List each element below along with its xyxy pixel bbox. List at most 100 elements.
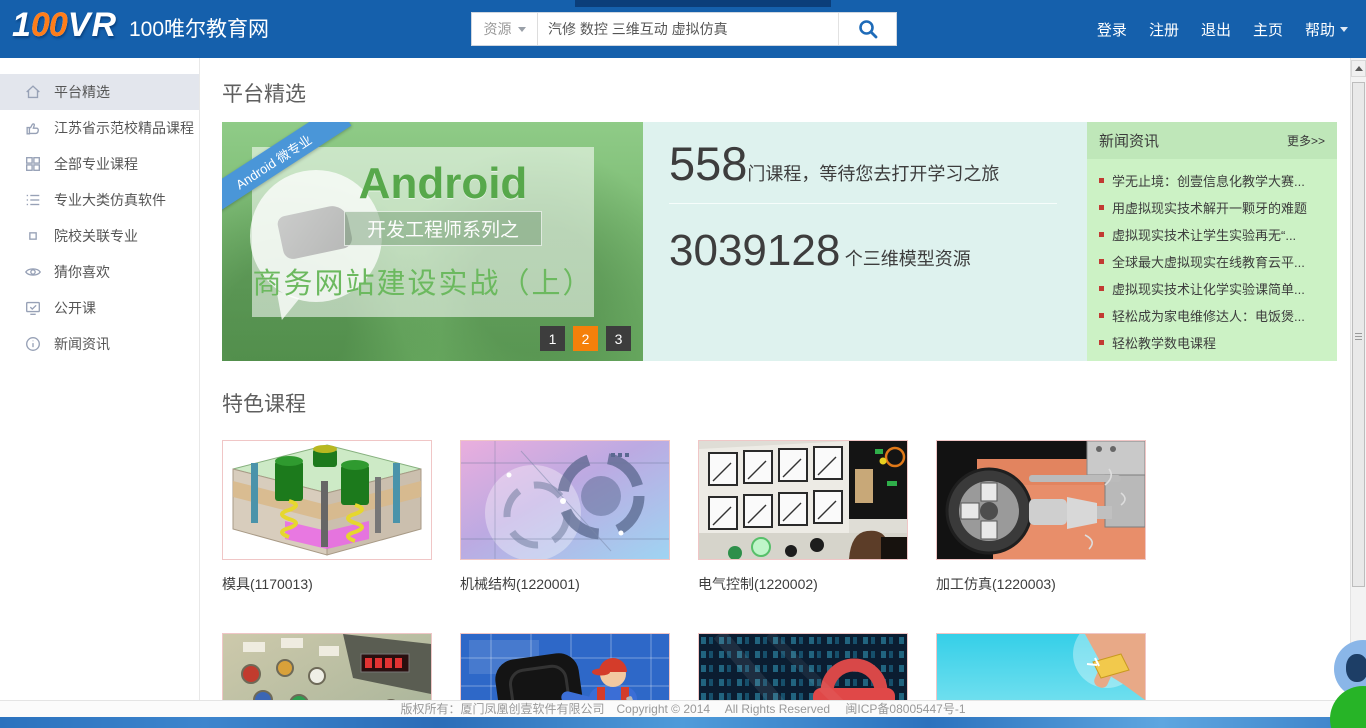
pager-3[interactable]: 3	[606, 326, 631, 351]
grid-icon	[24, 155, 42, 173]
news-item[interactable]: 虚拟现实技术让化学实验课简单...	[1099, 275, 1325, 302]
carousel-pager: 1 2 3	[540, 326, 631, 351]
home-icon	[24, 83, 42, 101]
news-header: 新闻资讯 更多>>	[1087, 122, 1337, 159]
search-category-label: 资源	[484, 19, 512, 39]
sidebar-item-open-course[interactable]: 公开课	[0, 290, 199, 326]
sidebar-item-jiangsu-courses[interactable]: 江苏省示范校精品课程	[0, 110, 199, 146]
bullet-icon	[1099, 313, 1104, 318]
courses-count: 558	[669, 137, 747, 190]
stat-courses: 558门课程，等待您去打开学习之旅	[669, 122, 1057, 204]
banner-card: Android 开发工程师系列之 商务网站建设实战（上）	[252, 147, 594, 317]
course-title[interactable]: 模具(1170013)	[222, 574, 432, 594]
nav-register-label: 注册	[1149, 19, 1179, 40]
list-icon	[24, 191, 42, 209]
bullet-icon	[1099, 205, 1104, 210]
news-title: 新闻资讯	[1099, 130, 1159, 151]
search-icon	[857, 18, 879, 40]
cnc-machining-image[interactable]	[936, 440, 1146, 560]
models-count: 3039128	[669, 226, 840, 275]
nav-login[interactable]: 登录	[1097, 19, 1127, 40]
brand[interactable]: 100VR 100唯尔教育网	[12, 6, 269, 45]
triangle-up-icon	[1355, 66, 1363, 71]
logo-0a: 0	[31, 6, 51, 45]
search-input[interactable]	[538, 13, 838, 45]
course-title[interactable]: 加工仿真(1220003)	[936, 574, 1146, 594]
banner-title: Android	[292, 159, 594, 209]
footer: 版权所有：厦门凤凰创壹软件有限公司 Copyright © 2014 All R…	[0, 700, 1366, 728]
nav-logout-label: 退出	[1201, 19, 1231, 40]
sidebar-item-label: 专业大类仿真软件	[54, 190, 166, 210]
section-title-courses: 特色课程	[222, 388, 306, 418]
logo-vr: VR	[68, 6, 117, 45]
info-icon	[24, 335, 42, 353]
news-item-text: 用虚拟现实技术解开一颗牙的难题	[1112, 198, 1307, 217]
vertical-scrollbar[interactable]	[1350, 58, 1366, 728]
square-bullet-icon	[24, 227, 42, 245]
nav-home[interactable]: 主页	[1253, 19, 1283, 40]
news-item[interactable]: 轻松教学数电课程	[1099, 329, 1325, 356]
logo-100vr: 100VR	[12, 6, 117, 45]
news-panel: 新闻资讯 更多>> 学无止境：创壹信息化教学大赛... 用虚拟现实技术解开一颗牙…	[1087, 122, 1337, 361]
course-card-electric[interactable]: 电气控制(1220002)	[698, 440, 908, 594]
mechanical-structure-image[interactable]	[460, 440, 670, 560]
sidebar-item-label: 江苏省示范校精品课程	[54, 118, 194, 138]
main-content: 平台精选 Android 开发工程师系列之 商务网站建设实战（上） Androi…	[201, 58, 1350, 728]
news-item[interactable]: 学无止境：创壹信息化教学大赛...	[1099, 167, 1325, 194]
sidebar-item-news[interactable]: 新闻资讯	[0, 326, 199, 362]
bullet-icon	[1099, 232, 1104, 237]
news-item[interactable]: 轻松成为家电维修达人：电饭煲...	[1099, 302, 1325, 329]
course-card-cnc[interactable]: 加工仿真(1220003)	[936, 440, 1146, 594]
sidebar-item-platform-featured[interactable]: 平台精选	[0, 74, 199, 110]
logo-0b: 0	[49, 6, 69, 45]
sidebar-item-college-majors[interactable]: 院校关联专业	[0, 218, 199, 254]
pager-1[interactable]: 1	[540, 326, 565, 351]
nav-logout[interactable]: 退出	[1201, 19, 1231, 40]
news-item-text: 虚拟现实技术让学生实验再无“...	[1112, 225, 1296, 244]
sidebar-item-guess-you-like[interactable]: 猜你喜欢	[0, 254, 199, 290]
bullet-icon	[1099, 340, 1104, 345]
news-item-text: 轻松教学数电课程	[1112, 333, 1216, 352]
bullet-icon	[1099, 259, 1104, 264]
bullet-icon	[1099, 178, 1104, 183]
sidebar-item-label: 平台精选	[54, 82, 110, 102]
sidebar-item-label: 院校关联专业	[54, 226, 138, 246]
thumbs-up-icon	[24, 119, 42, 137]
sidebar-item-all-courses[interactable]: 全部专业课程	[0, 146, 199, 182]
qq-icon	[1346, 654, 1366, 682]
course-card-mechanical[interactable]: 机械结构(1220001)	[460, 440, 670, 594]
mold-3d-model-image[interactable]	[222, 440, 432, 560]
news-item[interactable]: 全球最大虚拟现实在线教育云平...	[1099, 248, 1325, 275]
search-category-select[interactable]: 资源	[472, 13, 538, 45]
bullet-icon	[1099, 286, 1104, 291]
eye-icon	[24, 263, 42, 281]
sidebar-item-label: 全部专业课程	[54, 154, 138, 174]
models-text: 个三维模型资源	[845, 249, 971, 269]
scrollbar-thumb[interactable]	[1352, 82, 1365, 587]
screen-icon	[24, 299, 42, 317]
pager-2-active[interactable]: 2	[573, 326, 598, 351]
banner-carousel[interactable]: Android 开发工程师系列之 商务网站建设实战（上） Android 微专业…	[222, 122, 643, 361]
news-list: 学无止境：创壹信息化教学大赛... 用虚拟现实技术解开一颗牙的难题 虚拟现实技术…	[1087, 159, 1337, 356]
news-item[interactable]: 用虚拟现实技术解开一颗牙的难题	[1099, 194, 1325, 221]
course-title[interactable]: 电气控制(1220002)	[698, 574, 908, 594]
top-nav: 登录 注册 退出 主页 帮助	[1097, 0, 1348, 58]
nav-help-label: 帮助	[1305, 19, 1335, 40]
stats-panel: 558门课程，等待您去打开学习之旅 3039128 个三维模型资源	[643, 122, 1087, 361]
nav-login-label: 登录	[1097, 19, 1127, 40]
nav-home-label: 主页	[1253, 19, 1283, 40]
course-title[interactable]: 机械结构(1220001)	[460, 574, 670, 594]
sidebar-item-label: 新闻资讯	[54, 334, 110, 354]
nav-help[interactable]: 帮助	[1305, 19, 1348, 40]
chevron-down-icon	[518, 27, 526, 32]
nav-register[interactable]: 注册	[1149, 19, 1179, 40]
scroll-up-button[interactable]	[1351, 60, 1366, 77]
sidebar-item-simulation-software[interactable]: 专业大类仿真软件	[0, 182, 199, 218]
news-more-link[interactable]: 更多>>	[1287, 132, 1325, 149]
electric-control-panel-image[interactable]	[698, 440, 908, 560]
news-item-text: 学无止境：创壹信息化教学大赛...	[1112, 171, 1305, 190]
search-button[interactable]	[838, 13, 896, 45]
news-item[interactable]: 虚拟现实技术让学生实验再无“...	[1099, 221, 1325, 248]
banner-caption: 商务网站建设实战（上）	[252, 260, 594, 302]
course-card-mold[interactable]: 模具(1170013)	[222, 440, 432, 594]
